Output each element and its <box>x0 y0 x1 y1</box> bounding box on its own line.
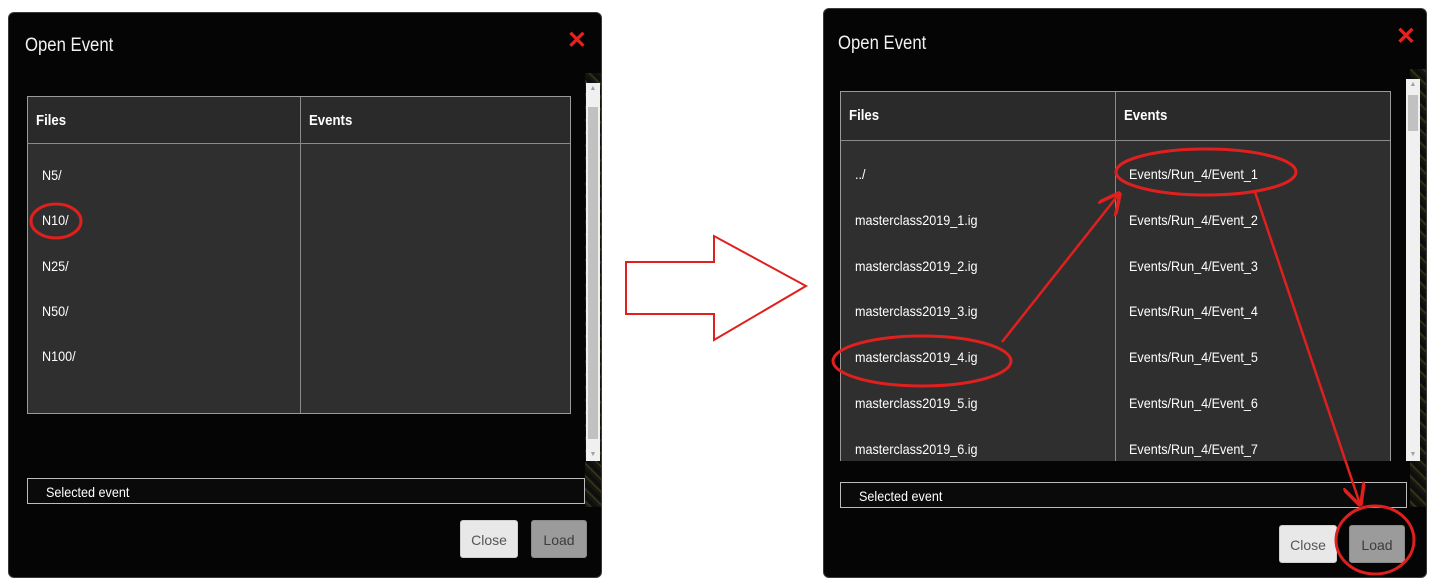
event-item[interactable]: Events/Run_4/Event_4 <box>1129 303 1258 319</box>
file-item[interactable]: ../ <box>855 166 866 182</box>
file-browser-table: Files Events N5/ N10/ N25/ N50/ N100/ <box>27 96 571 414</box>
load-button[interactable]: Load <box>1349 525 1405 563</box>
scroll-down-icon[interactable]: ▼ <box>1406 449 1420 461</box>
outline-right-arrow-icon <box>625 234 809 342</box>
dialog-scrollbar[interactable]: ▲ ▼ <box>586 83 600 461</box>
close-icon[interactable]: ✕ <box>567 29 587 53</box>
file-item[interactable]: masterclass2019_2.ig <box>855 258 978 274</box>
scroll-down-icon[interactable]: ▼ <box>586 449 600 461</box>
open-event-dialog-left: Open Event ✕ Files Events N5/ N10/ N25/ … <box>8 12 602 578</box>
file-item[interactable]: masterclass2019_3.ig <box>855 303 978 319</box>
files-column-header: Files <box>36 112 67 129</box>
file-item-selected[interactable]: masterclass2019_4.ig <box>855 349 978 365</box>
event-item[interactable]: Events/Run_4/Event_3 <box>1129 258 1258 274</box>
selected-event-label: Selected event <box>46 484 130 500</box>
events-column-header: Events <box>309 112 353 129</box>
column-divider <box>300 97 301 413</box>
file-item-n10[interactable]: N10/ <box>42 212 69 228</box>
selected-event-field[interactable]: Selected event <box>27 478 585 504</box>
file-item[interactable]: masterclass2019_1.ig <box>855 212 978 228</box>
file-item-n25[interactable]: N25/ <box>42 258 69 274</box>
dialog-title: Open Event <box>838 33 927 54</box>
selected-event-field[interactable]: Selected event <box>840 482 1407 508</box>
close-icon[interactable]: ✕ <box>1396 25 1416 49</box>
event-item[interactable]: Events/Run_4/Event_5 <box>1129 349 1258 365</box>
close-button[interactable]: Close <box>460 520 518 558</box>
scroll-thumb[interactable] <box>588 107 598 439</box>
event-item[interactable]: Events/Run_4/Event_2 <box>1129 212 1258 228</box>
scroll-up-icon[interactable]: ▲ <box>586 83 600 95</box>
load-button[interactable]: Load <box>531 520 587 558</box>
scroll-thumb[interactable] <box>1408 95 1418 131</box>
selected-event-label: Selected event <box>859 488 943 504</box>
file-item[interactable]: masterclass2019_6.ig <box>855 441 978 457</box>
files-column-header: Files <box>849 107 880 124</box>
dialog-title: Open Event <box>25 35 114 56</box>
file-item-n50[interactable]: N50/ <box>42 303 69 319</box>
file-item-n5[interactable]: N5/ <box>42 167 62 183</box>
event-item-selected[interactable]: Events/Run_4/Event_1 <box>1129 166 1258 182</box>
close-button[interactable]: Close <box>1279 525 1337 563</box>
events-column-header: Events <box>1124 107 1168 124</box>
table-header: Files Events <box>28 97 570 144</box>
file-browser-table: Files Events ../ masterclass2019_1.ig ma… <box>840 91 1391 461</box>
column-divider <box>1115 92 1116 461</box>
scroll-up-icon[interactable]: ▲ <box>1406 79 1420 91</box>
file-item[interactable]: masterclass2019_5.ig <box>855 395 978 411</box>
open-event-dialog-right: Open Event ✕ Files Events ../ masterclas… <box>823 8 1427 578</box>
file-item-n100[interactable]: N100/ <box>42 348 76 364</box>
event-item[interactable]: Events/Run_4/Event_7 <box>1129 441 1258 457</box>
dialog-scrollbar[interactable]: ▲ ▼ <box>1406 79 1420 461</box>
event-item[interactable]: Events/Run_4/Event_6 <box>1129 395 1258 411</box>
